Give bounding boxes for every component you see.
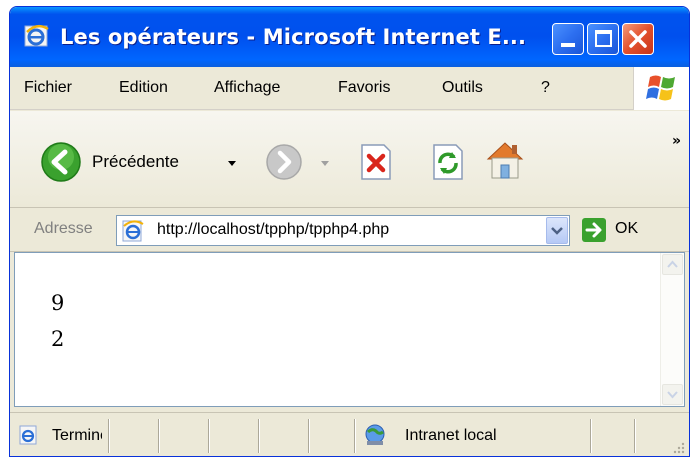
page-icon (122, 220, 144, 242)
toolbar-more-chevron[interactable]: » (672, 133, 681, 149)
windows-logo (633, 67, 689, 110)
output-line: 9 (51, 291, 65, 315)
close-icon (629, 30, 647, 48)
status-divider (158, 419, 160, 453)
standard-toolbar: Précédente » (10, 111, 689, 208)
go-button-label[interactable]: OK (615, 220, 638, 238)
forward-arrow-icon[interactable] (265, 143, 303, 181)
internet-explorer-icon (24, 24, 49, 47)
status-bar: Terminé Intranet local (10, 412, 689, 456)
menu-help[interactable]: ? (541, 79, 550, 97)
status-divider (354, 419, 356, 453)
menu-bar: Fichier Edition Affichage Favoris Outils… (10, 67, 689, 110)
security-zone-label: Intranet local (405, 427, 497, 444)
refresh-icon[interactable] (430, 143, 466, 181)
address-label: Adresse (34, 220, 93, 237)
minimize-button[interactable] (552, 23, 584, 55)
windows-flag-icon (646, 75, 675, 101)
address-input[interactable]: http://localhost/tpphp/tpphp4.php (116, 215, 570, 246)
menu-fichier[interactable]: Fichier (24, 79, 72, 97)
status-divider (258, 419, 260, 453)
resize-grip-icon[interactable] (671, 440, 685, 454)
scroll-up-button[interactable] (662, 254, 683, 275)
status-divider (590, 419, 592, 453)
output-line: 2 (51, 327, 65, 351)
vertical-scrollbar[interactable] (660, 253, 684, 406)
go-arrow-icon[interactable] (582, 218, 606, 242)
title-bar[interactable]: Les opérateurs - Microsoft Internet E... (10, 7, 689, 67)
minimize-icon (561, 43, 575, 47)
menu-affichage[interactable]: Affichage (214, 79, 280, 97)
forward-history-dropdown[interactable] (321, 161, 329, 166)
maximize-icon (595, 30, 612, 47)
chevron-up-icon (667, 260, 678, 268)
window-title: Les opérateurs - Microsoft Internet E... (60, 25, 527, 49)
back-button-label[interactable]: Précédente (92, 152, 179, 172)
back-history-dropdown[interactable] (228, 161, 236, 166)
chevron-down-icon (667, 391, 678, 399)
status-text: Terminé (52, 427, 102, 444)
page-status-icon (19, 425, 37, 445)
browser-window: Les opérateurs - Microsoft Internet E...… (9, 6, 690, 457)
status-divider (634, 419, 636, 453)
menu-favoris[interactable]: Favoris (338, 79, 390, 97)
stop-icon[interactable] (358, 143, 394, 181)
status-divider (108, 419, 110, 453)
back-arrow-icon[interactable] (40, 141, 82, 183)
page-content: 9 2 (14, 252, 685, 407)
scroll-down-button[interactable] (662, 384, 683, 405)
address-url[interactable]: http://localhost/tpphp/tpphp4.php (157, 221, 389, 239)
address-bar: Adresse http://localhost/tpphp/tpphp4.ph… (10, 208, 689, 252)
close-button[interactable] (622, 23, 654, 55)
address-dropdown-button[interactable] (546, 217, 568, 244)
menu-outils[interactable]: Outils (442, 79, 483, 97)
home-icon[interactable] (482, 137, 528, 183)
maximize-button[interactable] (587, 23, 619, 55)
intranet-zone-icon (365, 424, 385, 445)
status-divider (208, 419, 210, 453)
menu-edition[interactable]: Edition (119, 79, 168, 97)
chevron-down-icon (551, 227, 563, 235)
status-divider (308, 419, 310, 453)
